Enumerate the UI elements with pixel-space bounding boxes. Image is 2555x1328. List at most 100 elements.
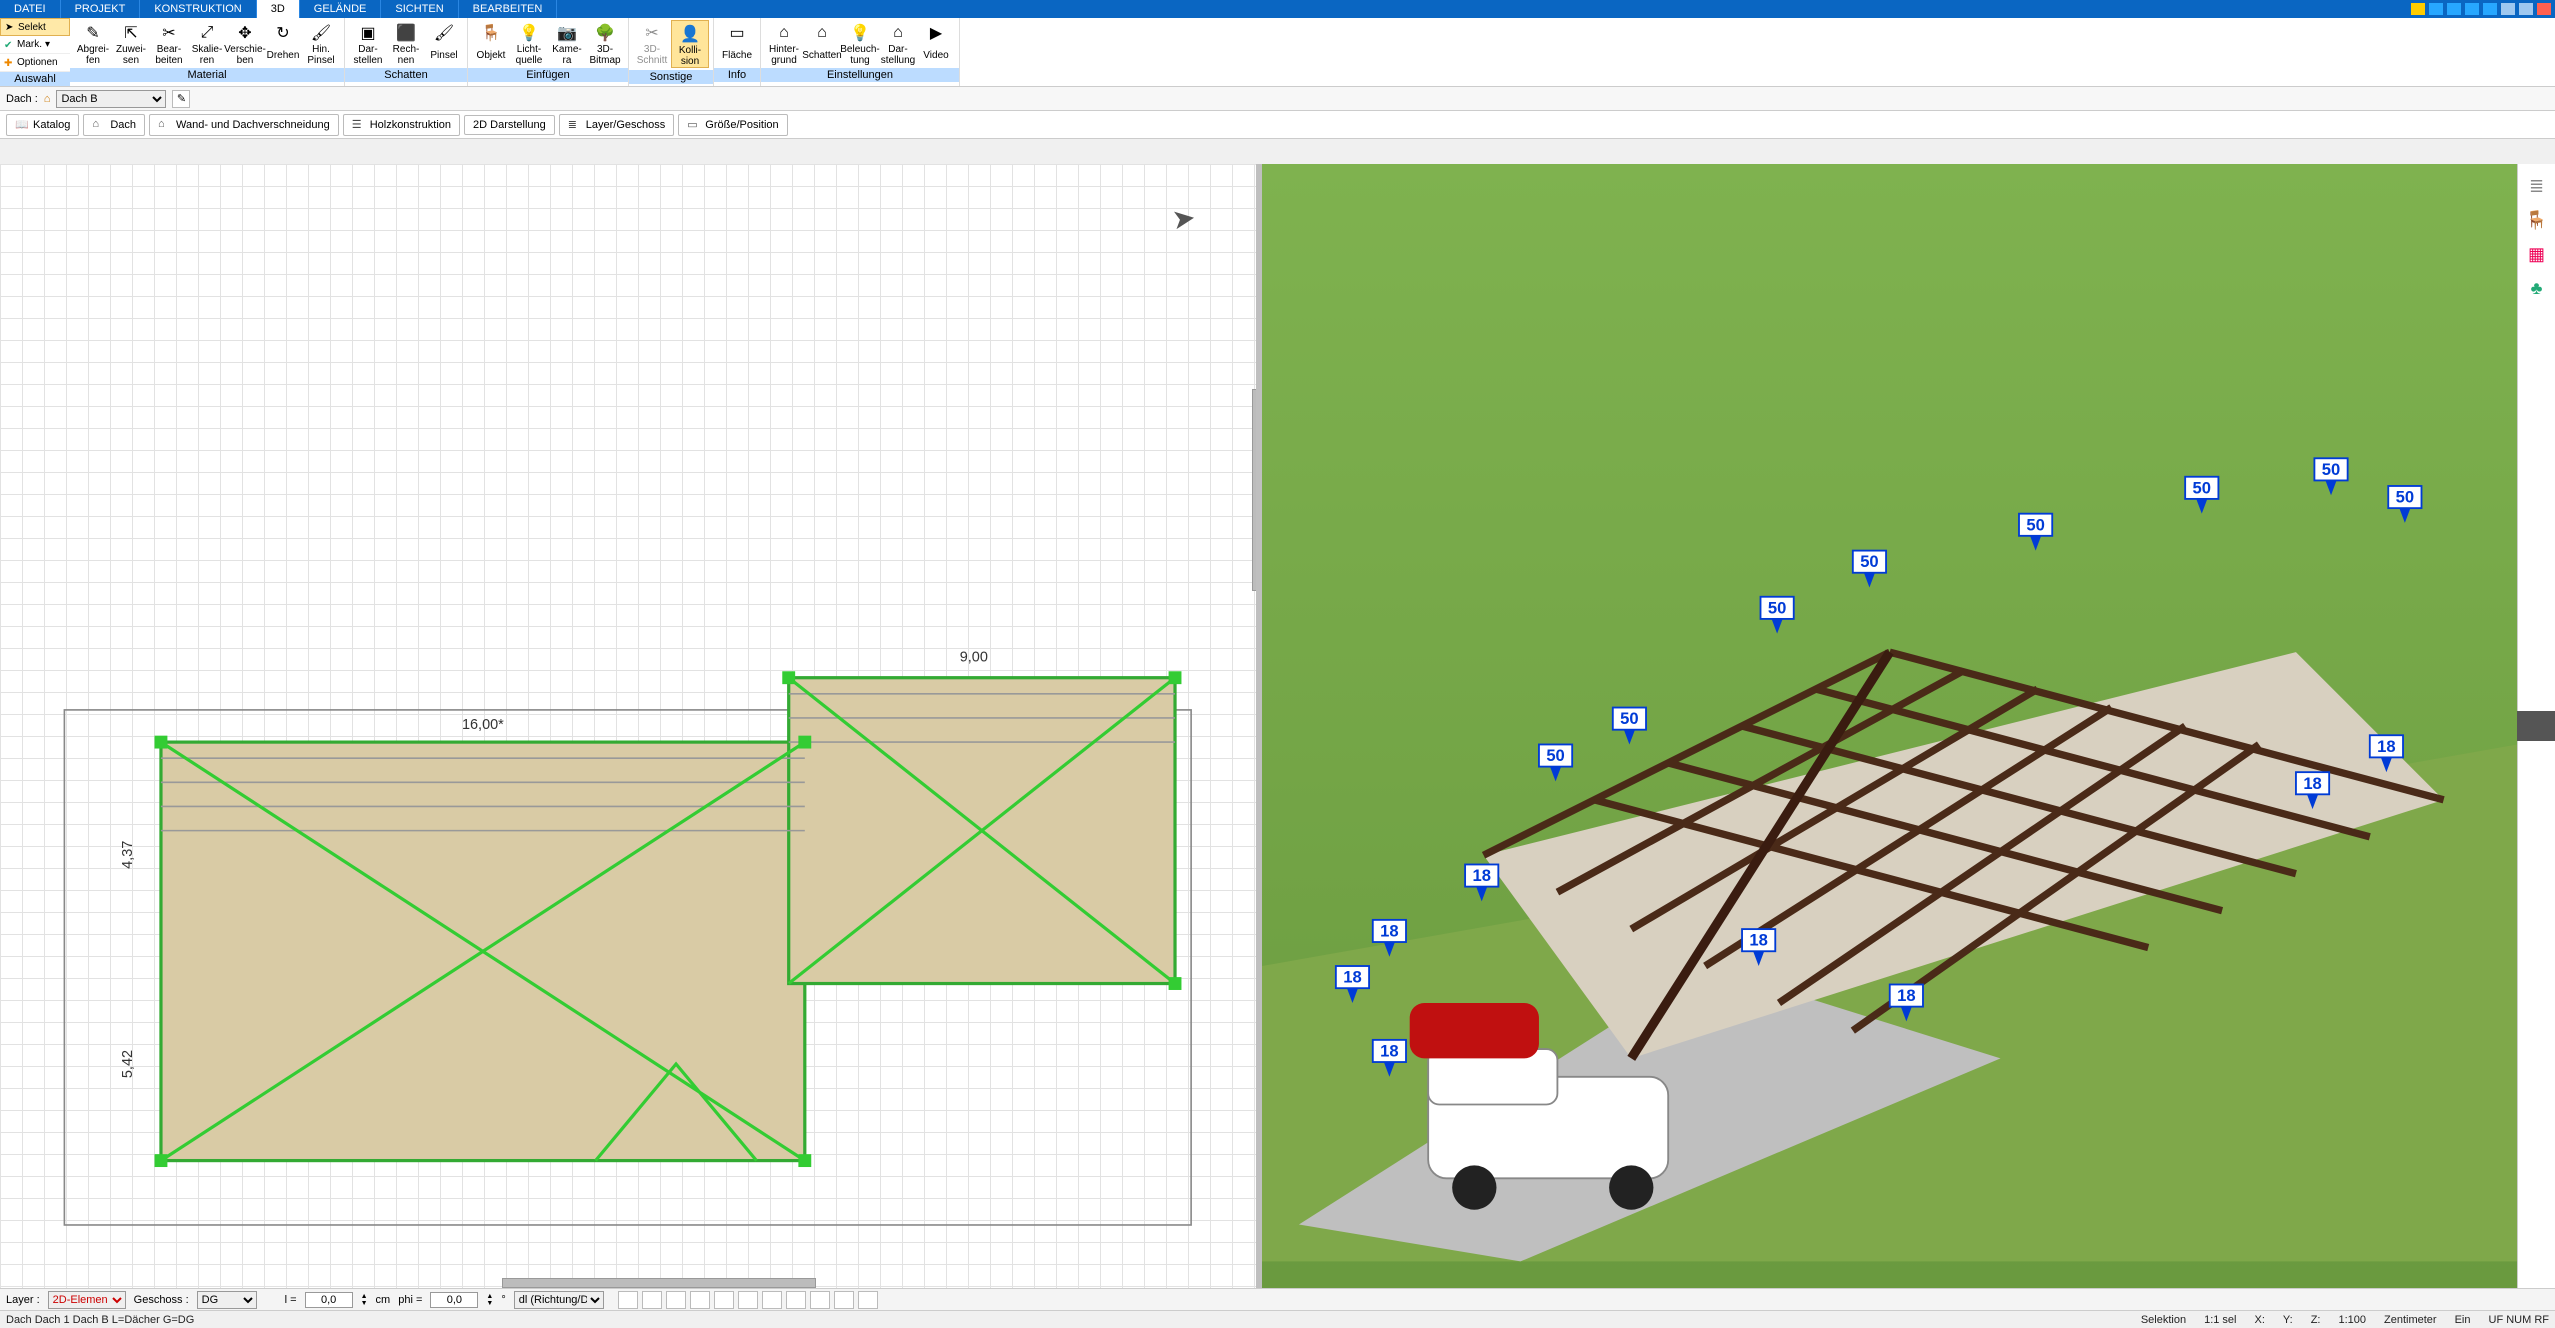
sub-btn-3[interactable]: ☰Holzkonstruktion [343,114,460,136]
minimize-button[interactable] [2501,3,2515,15]
ribbon-item[interactable]: 🪑Objekt [472,20,510,66]
status-left: Dach Dach 1 Dach B L=Dächer G=DG [6,1314,194,1326]
quickprop-label: Dach : [6,93,38,105]
ribbon-item-label: Hinter- grund [769,44,799,66]
layers-icon[interactable]: ≣ [2525,174,2549,198]
ribbon-item[interactable]: ⌂Hinter- grund [765,20,803,66]
ribbon-item-label: Kame- ra [552,44,581,66]
ribbon-item[interactable]: ✥Verschie- ben [226,20,264,66]
grid-icon[interactable] [810,1291,830,1309]
spin-up-icon[interactable]: ▲ [486,1293,493,1300]
clock-icon[interactable] [618,1291,638,1309]
ribbon-item[interactable]: ▭Fläche [718,20,756,66]
sub-btn-label: Dach [110,119,136,131]
house-icon: ⌂ [44,93,51,105]
palette-icon[interactable]: ▦ [2525,242,2549,266]
ribbon-item[interactable]: 📷Kame- ra [548,20,586,66]
tool-icon[interactable] [2429,3,2443,15]
direction-select[interactable]: dl (Richtung/Di [514,1291,604,1309]
sub-btn-6[interactable]: ▭Größe/Position [678,114,787,136]
view-3d[interactable]: 50505050505050501818181818181818 [1262,164,2518,1288]
tool-icon[interactable] [2447,3,2461,15]
sub-btn-label: Layer/Geschoss [586,119,665,131]
svg-text:18: 18 [1380,921,1398,940]
menu-tab-bearbeiten[interactable]: BEARBEITEN [459,0,558,18]
more-icon[interactable] [858,1291,878,1309]
plan-v-scrollbar[interactable] [1252,389,1262,591]
spin-down-icon[interactable]: ▼ [486,1300,493,1307]
sub-btn-4[interactable]: 2D Darstellung [464,115,555,135]
sub-btn-2[interactable]: ⌂Wand- und Dachverschneidung [149,114,339,136]
furniture-icon[interactable]: 🪑 [2525,208,2549,232]
ribbon-item-icon: 🌳 [592,22,618,44]
group-icon[interactable] [666,1291,686,1309]
svg-text:18: 18 [2303,774,2321,793]
ribbon-item[interactable]: ↻Drehen [264,20,302,66]
ribbon-item-icon: 📷 [554,22,580,44]
selekt-button[interactable]: ➤ Selekt [0,18,70,36]
geschoss-select[interactable]: DG [197,1291,257,1309]
ribbon-item[interactable]: ⤢Skalie- ren [188,20,226,66]
plan-2d-view[interactable]: ➤ [0,164,1262,1288]
ribbon-item[interactable]: 🖌Hin. Pinsel [302,20,340,66]
length-input[interactable] [305,1292,353,1308]
ribbon-item[interactable]: ✎Abgrei- fen [74,20,112,66]
property-bar: Layer : 2D-Elemen Geschoss : DG l = ▲ ▼ … [0,1288,2555,1310]
menu-tab-datei[interactable]: DATEI [0,0,61,18]
svg-text:50: 50 [2026,515,2044,534]
plus-icon: ✚ [4,58,14,68]
tool-icon[interactable] [2465,3,2479,15]
side-rail-handle[interactable] [2517,711,2555,741]
layer-select[interactable]: 2D-Elemen [48,1291,126,1309]
ribbon-item[interactable]: ✂Bear- beiten [150,20,188,66]
group-caption: Info [714,68,760,82]
sub-btn-0[interactable]: 📖Katalog [6,114,79,136]
ribbon-item-icon: ▭ [724,22,750,44]
tool-icon[interactable] [2411,3,2425,15]
tree-icon[interactable]: ♣ [2525,276,2549,300]
phi-label: phi = [398,1294,422,1306]
mark-label: Mark. [17,39,42,50]
ribbon-item[interactable]: ⬛Rech- nen [387,20,425,66]
menu-tab-gelaende[interactable]: GELÄNDE [300,0,382,18]
ribbon-item[interactable]: 👤Kolli- sion [671,20,709,68]
stack-icon[interactable] [690,1291,710,1309]
spin-up-icon[interactable]: ▲ [361,1293,368,1300]
sub-btn-label: Holzkonstruktion [370,119,451,131]
surface2-icon[interactable] [738,1291,758,1309]
mark-button[interactable]: ✔ Mark. ▾ [0,36,70,54]
main-menu: DATEI PROJEKT KONSTRUKTION 3D GELÄNDE SI… [0,0,2555,18]
chevron-down-icon: ▾ [45,39,50,50]
ribbon-item[interactable]: ▣Dar- stellen [349,20,387,66]
ribbon-item[interactable]: 💡Licht- quelle [510,20,548,66]
ribbon-item[interactable]: 🖌Pinsel [425,20,463,66]
optionen-button[interactable]: ✚ Optionen [0,54,70,72]
close-button[interactable] [2537,3,2551,15]
status-ratio: 1:1 sel [2204,1314,2236,1326]
maximize-button[interactable] [2519,3,2533,15]
ribbon-group-sonstige: ✂3D- Schnitt👤Kolli- sionSonstige [629,18,714,86]
sub-btn-5[interactable]: ≣Layer/Geschoss [559,114,674,136]
plan-h-scrollbar[interactable] [502,1278,816,1288]
menu-tab-projekt[interactable]: PROJEKT [61,0,141,18]
plane-icon[interactable] [762,1291,782,1309]
ribbon-item[interactable]: ⌂Dar- stellung [879,20,917,66]
phi-input[interactable] [430,1292,478,1308]
sub-btn-1[interactable]: ⌂Dach [83,114,145,136]
menu-tab-konstruktion[interactable]: KONSTRUKTION [140,0,256,18]
ribbon-item[interactable]: 💡Beleuch- tung [841,20,879,66]
surface-icon[interactable] [714,1291,734,1309]
ribbon-item[interactable]: ⇱Zuwei- sen [112,20,150,66]
plane2-icon[interactable] [786,1291,806,1309]
help-icon[interactable] [2483,3,2497,15]
menu-tab-sichten[interactable]: SICHTEN [381,0,458,18]
dach-select[interactable]: Dach B [56,90,166,108]
spin-down-icon[interactable]: ▼ [361,1300,368,1307]
ribbon-item[interactable]: 🌳3D- Bitmap [586,20,624,66]
timer-icon[interactable] [642,1291,662,1309]
ribbon-item[interactable]: ▶Video [917,20,955,66]
menu-tab-3d[interactable]: 3D [257,0,300,18]
north-icon[interactable] [834,1291,854,1309]
pencil-icon[interactable]: ✎ [172,90,190,108]
ribbon-item[interactable]: ⌂Schatten [803,20,841,66]
